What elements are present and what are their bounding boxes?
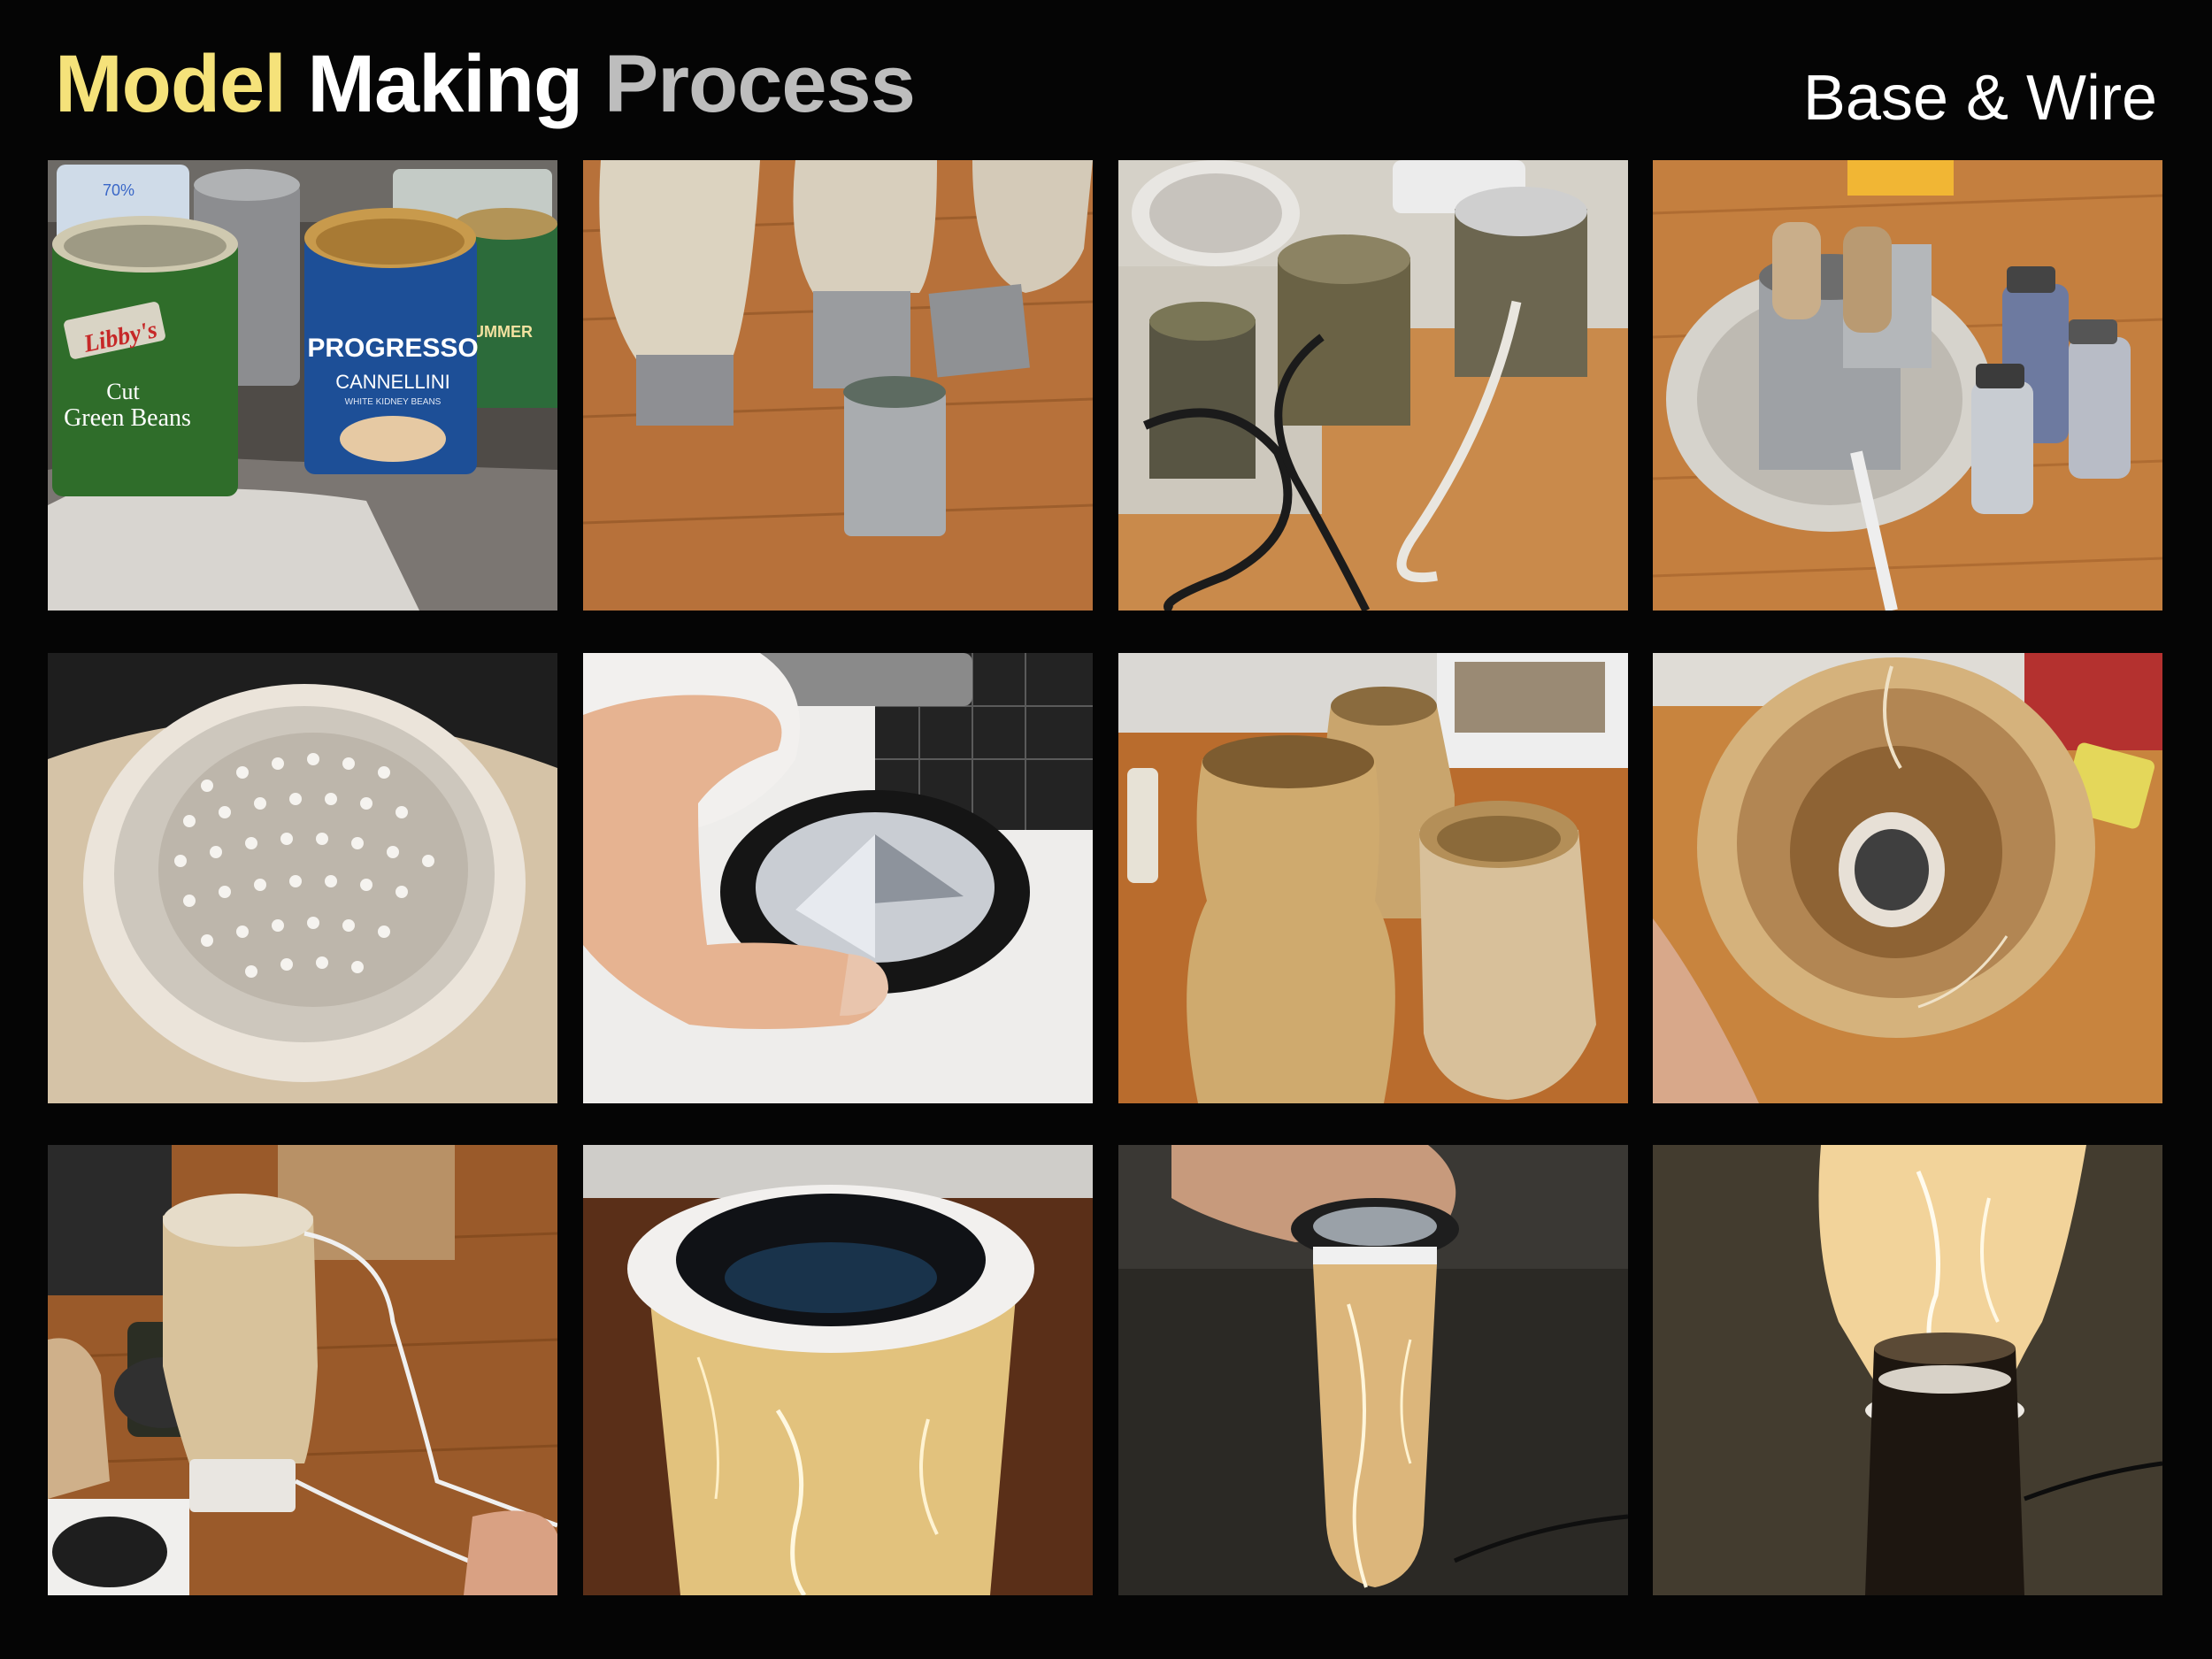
cut-label: Cut — [106, 379, 140, 404]
photo-shade-interior-view — [1653, 653, 2162, 1103]
photo-shades-on-cans — [583, 160, 1093, 611]
photo-tin-cans-on-counter: 70% SUMMER Libby's Cut Green Beans PROGR… — [48, 160, 557, 611]
page-subtitle: Base & Wire — [1802, 63, 2157, 134]
title-word-process: Process — [603, 39, 916, 129]
cannellini-label: CANNELLINI — [335, 371, 450, 393]
photo-spray-paint-base — [1653, 160, 2162, 611]
page-title: Model Making Process — [55, 35, 916, 133]
photo-lamp-assembly-dark — [1118, 1145, 1628, 1595]
white-kidney-beans-label: WHITE KIDNEY BEANS — [345, 397, 442, 407]
green-beans-label: Green Beans — [64, 404, 191, 432]
photo-paper-shades — [1118, 653, 1628, 1103]
photo-grid: 70% SUMMER Libby's Cut Green Beans PROGR… — [48, 160, 2162, 1598]
photo-finished-lamp-glowing — [1653, 1145, 2162, 1595]
photo-lamp-on-floor — [48, 1145, 557, 1595]
progresso-label: PROGRESSO — [307, 334, 478, 363]
bottle-label: 70% — [103, 181, 134, 199]
photo-perforated-cap — [48, 653, 557, 1103]
photo-lit-shade-with-lid — [583, 1145, 1093, 1595]
title-word-model: Model — [55, 39, 287, 129]
photo-cans-with-cords — [1118, 160, 1628, 611]
photo-hand-holding-reflector — [583, 653, 1093, 1103]
title-word-making: Making — [307, 39, 583, 129]
